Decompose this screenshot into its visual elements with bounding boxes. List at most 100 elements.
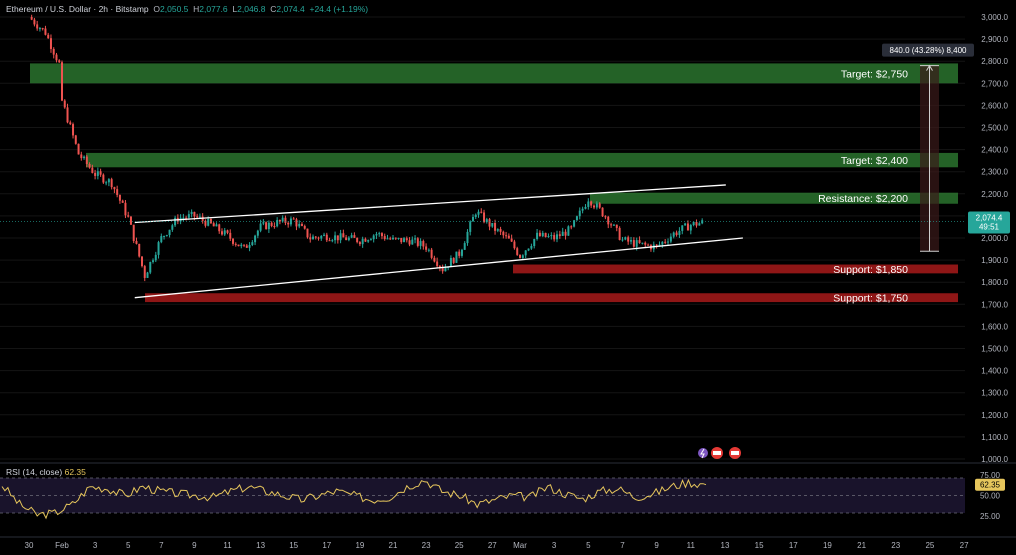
zone-label: Resistance: $2,200 bbox=[818, 193, 908, 205]
candle-body bbox=[422, 241, 425, 247]
candle-body bbox=[196, 216, 199, 218]
candle-body bbox=[581, 208, 584, 211]
candle-body bbox=[644, 242, 647, 245]
candle-body bbox=[584, 206, 587, 209]
price-tick-label: 2,700.0 bbox=[981, 79, 1008, 88]
candle-body bbox=[138, 243, 141, 257]
candle-body bbox=[427, 249, 430, 251]
time-tick-label: 9 bbox=[192, 541, 197, 550]
measure-label: 840.0 (43.28%) 8,400 bbox=[890, 46, 967, 55]
price-tick-label: 2,600.0 bbox=[981, 101, 1008, 110]
candle-body bbox=[686, 223, 689, 231]
time-tick-label: 17 bbox=[322, 541, 331, 550]
candle-body bbox=[77, 143, 80, 155]
candle-body bbox=[209, 218, 212, 224]
flag-stripe bbox=[731, 451, 739, 455]
candle-body bbox=[182, 217, 185, 219]
candle-body bbox=[672, 232, 675, 237]
price-tick-label: 1,400.0 bbox=[981, 367, 1008, 376]
candle-body bbox=[510, 238, 513, 242]
time-tick-label: 30 bbox=[25, 541, 34, 550]
candle-body bbox=[198, 216, 201, 218]
candle-body bbox=[477, 211, 480, 215]
candle-body bbox=[243, 244, 246, 246]
close-value: 2,074.4 bbox=[276, 4, 305, 14]
candle-body bbox=[524, 250, 527, 256]
candle-body bbox=[471, 217, 474, 222]
time-tick-label: Mar bbox=[513, 541, 527, 550]
rsi-current-value: 62.35 bbox=[980, 481, 1001, 490]
candle-body bbox=[632, 240, 635, 247]
candle-body bbox=[519, 254, 521, 258]
candle-body bbox=[80, 154, 83, 159]
candle-body bbox=[601, 207, 604, 217]
candle-body bbox=[91, 167, 94, 173]
candle-body bbox=[610, 224, 613, 226]
rsi-tick-label: 25.00 bbox=[980, 512, 1001, 521]
candle-body bbox=[488, 219, 491, 227]
candle-body bbox=[347, 237, 350, 241]
candle-body bbox=[44, 28, 47, 35]
price-tick-label: 2,500.0 bbox=[981, 124, 1008, 133]
candle-body bbox=[298, 223, 301, 227]
candle-body bbox=[232, 238, 235, 244]
candle-body bbox=[595, 203, 598, 208]
time-tick-label: 23 bbox=[891, 541, 900, 550]
candle-body bbox=[678, 230, 681, 236]
zone-label: Support: $1,750 bbox=[833, 293, 908, 305]
candle-body bbox=[408, 240, 411, 245]
candle-body bbox=[256, 230, 259, 236]
candle-body bbox=[598, 203, 601, 208]
candle-body bbox=[372, 235, 375, 240]
candle-body bbox=[99, 171, 102, 175]
price-tick-label: 1,000.0 bbox=[981, 455, 1008, 464]
candle-body bbox=[345, 237, 348, 241]
candle-body bbox=[229, 232, 232, 239]
candle-body bbox=[695, 221, 698, 226]
candle-body bbox=[300, 223, 303, 226]
candle-body bbox=[463, 243, 466, 250]
candle-body bbox=[380, 233, 383, 237]
candle-body bbox=[483, 212, 486, 223]
candle-body bbox=[491, 222, 494, 227]
candle-body bbox=[689, 225, 692, 231]
price-tick-label: 1,100.0 bbox=[981, 433, 1008, 442]
candle-body bbox=[378, 233, 381, 235]
candle-body bbox=[587, 201, 590, 207]
candle-body bbox=[369, 239, 372, 241]
candle-body bbox=[573, 220, 576, 227]
candle-body bbox=[624, 237, 627, 240]
candle-body bbox=[265, 222, 268, 230]
candle-body bbox=[146, 272, 149, 278]
candle-body bbox=[564, 231, 567, 236]
candle-body bbox=[259, 223, 262, 231]
candle-body bbox=[436, 261, 439, 266]
candle-body bbox=[72, 124, 75, 136]
time-tick-label: 11 bbox=[687, 541, 696, 550]
candle-body bbox=[361, 238, 364, 245]
candle-body bbox=[466, 231, 469, 244]
price-tick-label: 1,700.0 bbox=[981, 300, 1008, 309]
candle-body bbox=[116, 189, 119, 195]
candle-body bbox=[74, 135, 77, 144]
event-icons[interactable] bbox=[698, 447, 741, 459]
candle-body bbox=[458, 251, 461, 256]
candle-body bbox=[513, 241, 516, 249]
chart-canvas[interactable]: Target: $2,750 Target: $2,400 Resistance: … bbox=[0, 0, 1016, 555]
candle-body bbox=[358, 242, 361, 245]
candle-body bbox=[530, 246, 533, 249]
candle-body bbox=[336, 235, 339, 241]
candle-body bbox=[331, 240, 334, 242]
candle-body bbox=[303, 225, 306, 229]
candle-body bbox=[212, 223, 215, 227]
candle-body bbox=[661, 241, 664, 245]
candle-body bbox=[88, 164, 91, 168]
price-tick-label: 2,300.0 bbox=[981, 168, 1008, 177]
candle-body bbox=[267, 222, 270, 230]
candle-body bbox=[416, 238, 419, 246]
time-tick-label: 23 bbox=[422, 541, 431, 550]
countdown-value: 49:51 bbox=[979, 223, 1000, 232]
candle-body bbox=[339, 233, 342, 241]
candle-body bbox=[309, 237, 312, 240]
price-tick-label: 2,400.0 bbox=[981, 146, 1008, 155]
